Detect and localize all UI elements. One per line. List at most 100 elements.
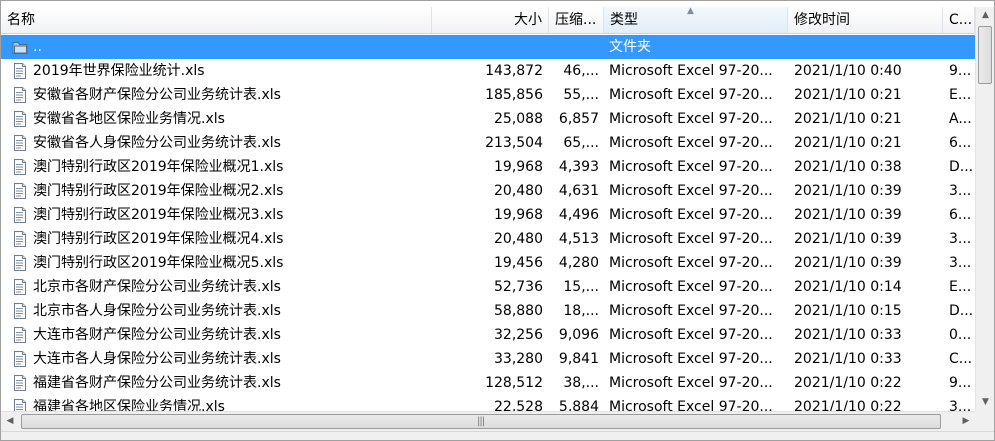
file-name: 澳门特别行政区2019年保险业概况4.xls [33,231,284,247]
file-packed-size: 9,841 [558,351,599,367]
column-name-header[interactable]: 名称 [1,7,432,33]
file-modified: 2021/1/10 0:33 [794,351,902,367]
file-name: 澳门特别行政区2019年保险业概况5.xls [33,255,284,271]
column-header: 名称 大小 压缩... 类型 修改时间 C... ▲ [1,6,975,34]
file-row[interactable]: 北京市各人身保险分公司业务统计表.xls 58,880 18,... Microsof… [1,299,975,323]
file-packed-size: 4,280 [558,255,599,271]
file-size: 185,856 [485,87,543,103]
file-row[interactable]: 大连市各人身保险分公司业务统计表.xls 33,280 9,841 Microsoft… [1,347,975,371]
file-name: .. [33,39,42,55]
scroll-up-icon[interactable]: ▲ [976,7,994,24]
file-crc: 9... [949,375,972,391]
file-crc: 6... [949,135,972,151]
file-size: 213,504 [485,135,543,151]
column-packed-header[interactable]: 压缩... [549,7,604,33]
file-modified: 2021/1/10 0:22 [794,375,902,391]
xls-file-icon [12,183,28,199]
file-list: .. 文件夹 2019年世界保险业统计.xls 143,872 46,... Micros… [1,35,975,417]
file-size: 25,088 [494,111,543,127]
column-crc-header[interactable]: C... [943,7,975,33]
file-row[interactable]: 北京市各财产保险分公司业务统计表.xls 52,736 15,... Microsof… [1,275,975,299]
file-modified: 2021/1/10 0:40 [794,63,902,79]
vertical-scrollbar[interactable]: ▲ ▼ [975,7,994,411]
file-packed-size: 18,... [563,303,599,319]
file-row[interactable]: 安徽省各地区保险业务情况.xls 25,088 6,857 Microsoft Exc… [1,107,975,131]
xls-file-icon [12,255,28,271]
file-size: 143,872 [485,63,543,79]
horizontal-scroll-thumb[interactable]: ||| [21,414,941,429]
file-modified: 2021/1/10 0:39 [794,207,902,223]
file-size: 19,968 [494,207,543,223]
file-size: 20,480 [494,183,543,199]
file-row[interactable]: 澳门特别行政区2019年保险业概况2.xls 20,480 4,631 Microso… [1,179,975,203]
file-packed-size: 4,496 [558,207,599,223]
file-type: Microsoft Excel 97-20... [609,87,773,103]
xls-file-icon [12,231,28,247]
file-name: 澳门特别行政区2019年保险业概况1.xls [33,159,284,175]
file-type: Microsoft Excel 97-20... [609,63,773,79]
file-type: Microsoft Excel 97-20... [609,375,773,391]
grip-icon: ||| [477,416,485,427]
file-modified: 2021/1/10 0:38 [794,159,902,175]
file-type: Microsoft Excel 97-20... [609,159,773,175]
file-type: Microsoft Excel 97-20... [609,255,773,271]
file-packed-size: 65,... [563,135,599,151]
vertical-scroll-thumb[interactable] [978,26,992,84]
file-crc: D... [949,303,973,319]
column-type-header[interactable]: 类型 [604,7,788,33]
folder-up-icon [12,39,28,55]
file-crc: C... [949,351,973,367]
file-row[interactable]: 澳门特别行政区2019年保险业概况1.xls 19,968 4,393 Microso… [1,155,975,179]
file-packed-size: 4,393 [558,159,599,175]
xls-file-icon [12,207,28,223]
file-type: Microsoft Excel 97-20... [609,279,773,295]
horizontal-scrollbar[interactable]: ◀ ||| ▶ [1,411,975,431]
file-row[interactable]: 福建省各财产保险分公司业务统计表.xls 128,512 38,... Microso… [1,371,975,395]
file-modified: 2021/1/10 0:15 [794,303,902,319]
file-packed-size: 15,... [563,279,599,295]
file-name: 安徽省各地区保险业务情况.xls [33,111,225,127]
file-row[interactable]: 2019年世界保险业统计.xls 143,872 46,... Microsoft E… [1,59,975,83]
file-modified: 2021/1/10 0:39 [794,231,902,247]
file-row[interactable]: 澳门特别行政区2019年保险业概况5.xls 19,456 4,280 Microso… [1,251,975,275]
xls-file-icon [12,159,28,175]
file-packed-size: 6,857 [558,111,599,127]
file-row[interactable]: 安徽省各人身保险分公司业务统计表.xls 213,504 65,... Microso… [1,131,975,155]
file-crc: 6... [949,207,972,223]
file-crc: 9... [949,63,972,79]
scroll-left-icon[interactable]: ◀ [1,412,19,431]
xls-file-icon [12,63,28,79]
column-modified-header[interactable]: 修改时间 [788,7,943,33]
file-modified: 2021/1/10 0:21 [794,111,902,127]
file-row[interactable]: 安徽省各财产保险分公司业务统计表.xls 185,856 55,... Microso… [1,83,975,107]
file-type: 文件夹 [609,39,651,55]
file-name: 澳门特别行政区2019年保险业概况2.xls [33,183,284,199]
scroll-right-icon[interactable]: ▶ [957,412,975,431]
file-row[interactable]: 澳门特别行政区2019年保险业概况3.xls 19,968 4,496 Microso… [1,203,975,227]
file-modified: 2021/1/10 0:33 [794,327,902,343]
file-modified: 2021/1/10 0:21 [794,87,902,103]
parent-folder-row[interactable]: .. 文件夹 [1,35,975,59]
file-name: 2019年世界保险业统计.xls [33,63,205,79]
column-size-header[interactable]: 大小 [432,7,549,33]
file-row[interactable]: 澳门特别行政区2019年保险业概况4.xls 20,480 4,513 Microso… [1,227,975,251]
file-crc: E... [949,279,972,295]
file-packed-size: 4,513 [558,231,599,247]
file-name: 北京市各人身保险分公司业务统计表.xls [33,303,281,319]
file-row[interactable]: 大连市各财产保险分公司业务统计表.xls 32,256 9,096 Microsoft… [1,323,975,347]
xls-file-icon [12,303,28,319]
file-size: 33,280 [494,351,543,367]
xls-file-icon [12,351,28,367]
scroll-down-icon[interactable]: ▼ [976,394,994,411]
file-packed-size: 9,096 [558,327,599,343]
file-packed-size: 55,... [563,87,599,103]
file-modified: 2021/1/10 0:14 [794,279,902,295]
file-modified: 2021/1/10 0:39 [794,255,902,271]
xls-file-icon [12,327,28,343]
file-packed-size: 4,631 [558,183,599,199]
file-packed-size [549,35,599,59]
file-name: 北京市各财产保险分公司业务统计表.xls [33,279,281,295]
file-name: 澳门特别行政区2019年保险业概况3.xls [33,207,284,223]
file-type: Microsoft Excel 97-20... [609,183,773,199]
file-type: Microsoft Excel 97-20... [609,327,773,343]
